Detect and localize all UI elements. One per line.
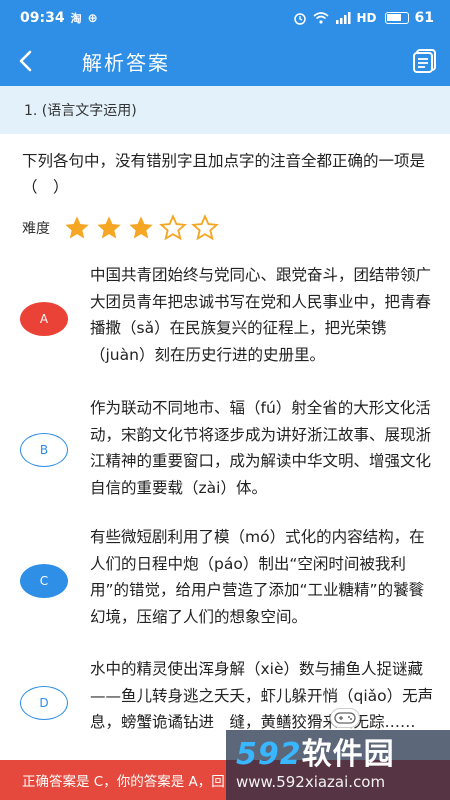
option-c-badge: C (20, 564, 68, 598)
page-title: 解析答案 (82, 50, 170, 75)
option-b-text: 作为联动不同地市、辐（fú）射全省的大形文化活动，宋韵文化节将逐步成为讲好浙江故… (90, 399, 432, 497)
watermark-url: www.592xiazai.com (236, 773, 386, 791)
star-filled-icon (129, 216, 153, 239)
question-stem: 下列各句中，没有错别字且加点字的注音全都正确的一项是（ ） (22, 152, 426, 196)
option-a[interactable]: A 中国共青团始终与党同心、跟党奋斗，团结带领广大团员青年把忠诚书写在党和人民事… (0, 262, 450, 382)
wifi-icon (312, 12, 329, 24)
status-left: 09:34 淘 ⊕ (20, 10, 98, 26)
battery-level: 61 (414, 10, 434, 26)
difficulty-rating: 难度 (22, 213, 220, 243)
nav-bar: 解析答案 (0, 36, 450, 86)
answer-sheet-icon (413, 49, 436, 73)
option-d-text: 水中的精灵使出浑身解（xiè）数与捕鱼人捉谜藏——鱼儿转身逃之夭夭，虾儿躲开悄（… (90, 660, 434, 731)
battery-icon (384, 12, 409, 24)
option-c-text: 有些微短剧利用了模（mó）式化的内容结构，在人们的日程中炮（páo）制出“空闲时… (90, 528, 425, 626)
star-empty-icon (159, 214, 187, 241)
difficulty-stars (62, 214, 220, 242)
gamepad-icon (330, 708, 360, 728)
status-time: 09:34 (20, 10, 65, 26)
option-a-badge: A (20, 302, 68, 336)
watermark-logo: 592软件园 (236, 738, 450, 772)
star-filled-icon (65, 216, 89, 239)
watermark-logo-num: 592 (236, 737, 302, 772)
back-button[interactable] (0, 36, 50, 86)
question-category-header: 1. (语言文字运用) (0, 86, 450, 134)
signal-icon (335, 12, 350, 24)
option-b-badge: B (20, 433, 68, 467)
chevron-left-icon (19, 50, 32, 72)
status-right: HD 61 (293, 10, 434, 26)
star-empty-icon (191, 214, 219, 241)
option-d-badge: D (20, 686, 68, 720)
option-b[interactable]: B 作为联动不同地市、辐（fú）射全省的大形文化活动，宋韵文化节将逐步成为讲好浙… (0, 395, 450, 515)
option-c[interactable]: C 有些微短剧利用了模（mó）式化的内容结构，在人们的日程中炮（páo）制出“空… (0, 524, 450, 644)
star-filled-icon (97, 216, 121, 239)
option-a-text: 中国共青团始终与党同心、跟党奋斗，团结带领广大团员青年把忠诚书写在党和人民事业中… (90, 266, 432, 364)
alarm-icon (293, 13, 306, 25)
taobao-app-icon: 淘 (70, 12, 82, 25)
app-notification-icon: ⊕ (87, 11, 98, 25)
watermark-logo-text: 软件园 (301, 737, 395, 772)
site-watermark: 592软件园 www.592xiazai.com (226, 730, 450, 800)
network-type: HD (356, 11, 377, 25)
answer-sheet-button[interactable] (410, 46, 440, 76)
status-bar: 09:34 淘 ⊕ HD 61 (0, 0, 450, 36)
difficulty-label: 难度 (22, 221, 50, 237)
